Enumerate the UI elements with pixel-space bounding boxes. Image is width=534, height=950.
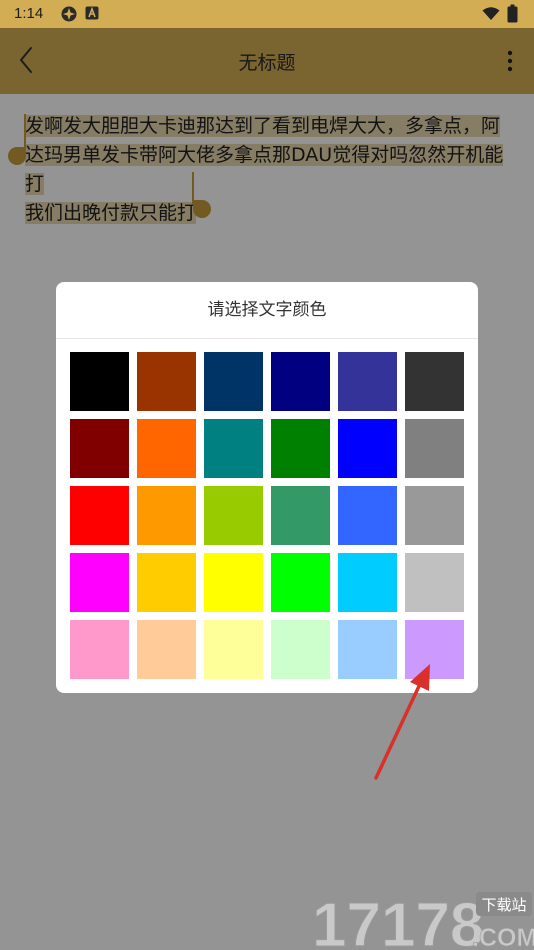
- color-swatch[interactable]: [204, 620, 263, 679]
- color-swatch[interactable]: [204, 486, 263, 545]
- wifi-icon: [482, 7, 500, 20]
- dialog-title: 请选择文字颜色: [56, 282, 478, 339]
- color-swatch[interactable]: [271, 352, 330, 411]
- watermark-number: 17178: [312, 891, 484, 950]
- color-swatch[interactable]: [338, 553, 397, 612]
- color-swatch[interactable]: [271, 419, 330, 478]
- color-swatch[interactable]: [70, 419, 129, 478]
- color-picker-dialog: 请选择文字颜色: [56, 282, 478, 693]
- color-swatch[interactable]: [204, 352, 263, 411]
- color-swatch[interactable]: [137, 553, 196, 612]
- color-swatch[interactable]: [338, 352, 397, 411]
- color-swatch[interactable]: [405, 419, 464, 478]
- watermark-domain: .COM: [472, 924, 534, 950]
- watermark-badge: 下载站: [481, 896, 526, 914]
- color-swatch[interactable]: [70, 620, 129, 679]
- color-swatch[interactable]: [137, 419, 196, 478]
- red-pointer-arrow: [374, 664, 430, 780]
- color-swatch[interactable]: [271, 486, 330, 545]
- status-time: 1:14: [14, 5, 44, 22]
- color-swatch[interactable]: [405, 486, 464, 545]
- color-swatch[interactable]: [271, 620, 330, 679]
- color-swatch[interactable]: [204, 553, 263, 612]
- color-swatch[interactable]: [137, 352, 196, 411]
- color-swatch[interactable]: [204, 419, 263, 478]
- color-swatch[interactable]: [338, 486, 397, 545]
- battery-icon: [507, 4, 518, 23]
- site-watermark-logo: 17178 下载站 .COM: [312, 891, 534, 950]
- color-swatch[interactable]: [137, 620, 196, 679]
- color-swatch[interactable]: [70, 486, 129, 545]
- color-swatch[interactable]: [271, 553, 330, 612]
- app-notification-icon: [61, 6, 77, 22]
- a-notification-icon: [85, 6, 99, 20]
- color-swatch[interactable]: [405, 553, 464, 612]
- color-swatch[interactable]: [338, 419, 397, 478]
- color-grid: [70, 352, 464, 679]
- color-swatch[interactable]: [405, 352, 464, 411]
- color-swatch[interactable]: [70, 352, 129, 411]
- color-swatch[interactable]: [70, 553, 129, 612]
- status-bar: 1:14: [0, 0, 534, 28]
- color-swatch[interactable]: [137, 486, 196, 545]
